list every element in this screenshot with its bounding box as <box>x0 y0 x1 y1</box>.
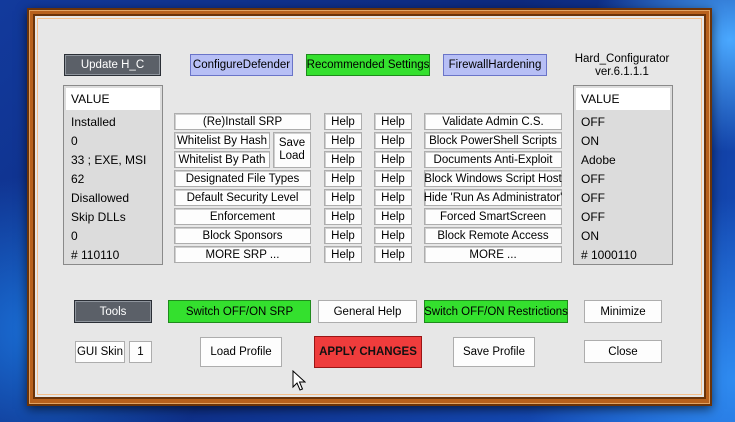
more-restrictions-button[interactable]: MORE ... <box>424 246 562 263</box>
help-button[interactable]: Help <box>324 208 362 225</box>
general-help-button[interactable]: General Help <box>318 300 417 323</box>
more-srp-button[interactable]: MORE SRP ... <box>174 246 311 263</box>
help-button[interactable]: Help <box>374 113 412 130</box>
help-button[interactable]: Help <box>374 151 412 168</box>
help-button[interactable]: Help <box>324 227 362 244</box>
app-title: Hard_Configurator ver.6.1.1.1 <box>566 53 678 79</box>
reinstall-srp-button[interactable]: (Re)Install SRP <box>174 113 311 130</box>
app-title-name: Hard_Configurator <box>574 53 670 65</box>
help-button[interactable]: Help <box>374 208 412 225</box>
apply-changes-button[interactable]: APPLY CHANGES <box>314 336 422 368</box>
validate-admin-cs-button[interactable]: Validate Admin C.S. <box>424 113 562 130</box>
restrictions-value-row: # 1000110 <box>581 247 637 262</box>
block-sponsors-button[interactable]: Block Sponsors <box>174 227 311 244</box>
app-version: ver.6.1.1.1 <box>595 66 649 78</box>
help-button[interactable]: Help <box>374 227 412 244</box>
restrictions-value-row: ON <box>581 228 599 243</box>
hide-run-as-administrator-button[interactable]: Hide 'Run As Administrator' <box>424 189 562 206</box>
firewall-hardening-button[interactable]: FirewallHardening <box>443 54 547 76</box>
whitelist-by-hash-button[interactable]: Whitelist By Hash <box>174 132 270 149</box>
save-profile-button[interactable]: Save Profile <box>453 337 535 367</box>
help-button[interactable]: Help <box>374 189 412 206</box>
help-button[interactable]: Help <box>374 170 412 187</box>
restrictions-value-row: OFF <box>581 190 605 205</box>
restrictions-value-row: OFF <box>581 171 605 186</box>
srp-value-row: Installed <box>71 114 116 129</box>
help-button[interactable]: Help <box>324 170 362 187</box>
help-button[interactable]: Help <box>324 113 362 130</box>
srp-value-row: 0 <box>71 228 78 243</box>
gui-skin-value[interactable]: 1 <box>129 341 152 363</box>
minimize-button[interactable]: Minimize <box>584 300 662 323</box>
gui-skin-label: GUI Skin <box>75 341 125 363</box>
help-button[interactable]: Help <box>324 189 362 206</box>
whitelist-by-path-button[interactable]: Whitelist By Path <box>174 151 270 168</box>
restrictions-value-row: Adobe <box>581 152 616 167</box>
documents-anti-exploit-button[interactable]: Documents Anti-Exploit <box>424 151 562 168</box>
block-windows-script-host-button[interactable]: Block Windows Script Host <box>424 170 562 187</box>
help-button[interactable]: Help <box>374 246 412 263</box>
switch-restrictions-button[interactable]: Switch OFF/ON Restrictions <box>424 300 568 323</box>
restrictions-value-row: OFF <box>581 114 605 129</box>
restrictions-value-header: VALUE <box>576 88 670 110</box>
srp-value-row: 0 <box>71 133 78 148</box>
restrictions-value-panel: VALUE OFF ON Adobe OFF OFF OFF ON # 1000… <box>573 85 673 265</box>
mouse-cursor-icon <box>292 370 306 391</box>
recommended-settings-button[interactable]: Recommended Settings <box>306 54 430 76</box>
srp-value-panel: VALUE Installed 0 33 ; EXE, MSI 62 Disal… <box>63 85 163 265</box>
srp-value-row: 62 <box>71 171 85 186</box>
srp-value-row: 33 ; EXE, MSI <box>71 152 147 167</box>
update-hc-button[interactable]: Update H_C <box>64 54 161 76</box>
block-remote-access-button[interactable]: Block Remote Access <box>424 227 562 244</box>
save-label: Save <box>278 137 306 149</box>
help-button[interactable]: Help <box>374 132 412 149</box>
close-button[interactable]: Close <box>584 340 662 363</box>
designated-file-types-button[interactable]: Designated File Types <box>174 170 311 187</box>
default-security-level-button[interactable]: Default Security Level <box>174 189 311 206</box>
srp-value-row: Skip DLLs <box>71 209 126 224</box>
tools-button[interactable]: Tools <box>74 300 152 323</box>
srp-value-header: VALUE <box>66 88 160 110</box>
help-button[interactable]: Help <box>324 246 362 263</box>
help-button[interactable]: Help <box>324 151 362 168</box>
forced-smartscreen-button[interactable]: Forced SmartScreen <box>424 208 562 225</box>
configure-defender-button[interactable]: ConfigureDefender <box>190 54 293 76</box>
switch-srp-button[interactable]: Switch OFF/ON SRP <box>168 300 311 323</box>
restrictions-value-row: OFF <box>581 209 605 224</box>
block-powershell-scripts-button[interactable]: Block PowerShell Scripts <box>424 132 562 149</box>
save-load-button[interactable]: Save Load <box>273 132 311 168</box>
restrictions-value-row: ON <box>581 133 599 148</box>
srp-value-row: # 110110 <box>71 247 120 262</box>
enforcement-button[interactable]: Enforcement <box>174 208 311 225</box>
load-label: Load <box>279 150 305 162</box>
srp-value-row: Disallowed <box>71 190 130 205</box>
load-profile-button[interactable]: Load Profile <box>200 337 282 367</box>
help-button[interactable]: Help <box>324 132 362 149</box>
